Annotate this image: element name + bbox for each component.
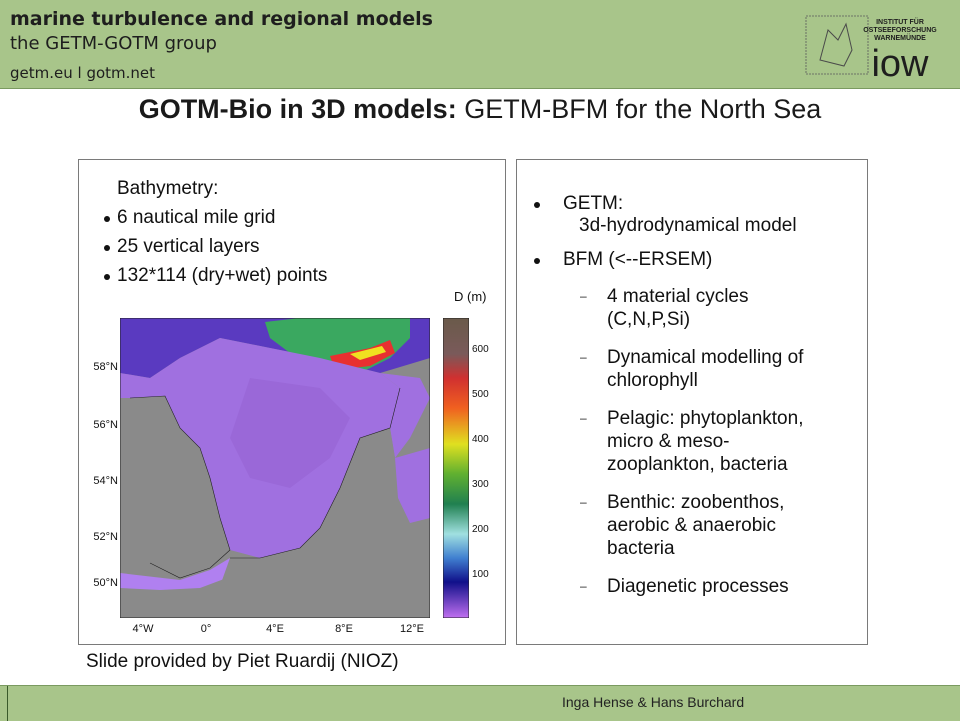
latitude-axis: 58°N 56°N 54°N 52°N 50°N	[93, 361, 118, 589]
colorbar-tick: 500	[472, 389, 489, 400]
model-list: GETM: 3d-hydrodynamical model BFM (<--ER…	[533, 193, 863, 598]
group-subtitle: the GETM-GOTM group	[10, 33, 217, 54]
sub-item-line: Diagenetic processes	[607, 576, 789, 597]
logo-word: iow	[871, 43, 929, 82]
slide-title-bold: GOTM-Bio in 3D models:	[138, 94, 457, 124]
header-bar: marine turbulence and regional models th…	[0, 0, 960, 89]
website-links[interactable]: getm.eu l gotm.net	[10, 64, 155, 82]
bathymetry-list: 6 nautical mile grid 25 vertical layers …	[101, 207, 327, 294]
depth-colorbar	[443, 318, 469, 618]
logo-line2: OSTSEEFORSCHUNG	[863, 27, 937, 34]
lon-label: 4°W	[133, 623, 155, 635]
list-item: 6 nautical mile grid	[101, 207, 327, 236]
footer-authors: Inga Hense & Hans Burchard	[562, 694, 745, 710]
sub-item-line: Pelagic: phytoplankton,	[607, 408, 804, 429]
footer-divider	[7, 686, 8, 721]
sub-item-line: aerobic & anaerobic	[607, 515, 776, 536]
slide-title-rest: GETM-BFM for the North Sea	[456, 94, 822, 124]
colorbar-tick: 600	[472, 344, 489, 355]
sub-list-item: 4 material cycles (C,N,P,Si)	[533, 285, 863, 331]
colorbar-label: D (m)	[454, 289, 487, 304]
list-item: BFM (<--ERSEM)	[533, 249, 863, 271]
lon-label: 8°E	[335, 623, 353, 635]
list-item: 132*114 (dry+wet) points	[101, 265, 327, 294]
sub-item-line: chlorophyll	[607, 370, 698, 391]
sub-item-line: bacteria	[607, 538, 675, 559]
colorbar-tick: 400	[472, 434, 489, 445]
slide-title: GOTM-Bio in 3D models: GETM-BFM for the …	[0, 94, 960, 125]
lon-label: 12°E	[400, 623, 424, 635]
logo-line1: INSTITUT FÜR	[876, 17, 924, 26]
iow-logo: INSTITUT FÜR OSTSEEFORSCHUNG WARNEMÜNDE …	[805, 15, 937, 82]
item-line: GETM:	[563, 193, 624, 214]
sub-item-line: micro & meso-	[607, 431, 730, 452]
lon-label: 4°E	[266, 623, 284, 635]
lat-label: 54°N	[93, 475, 118, 487]
list-item: 25 vertical layers	[101, 236, 327, 265]
lat-label: 50°N	[93, 577, 118, 589]
item-line: 3d-hydrodynamical model	[579, 215, 797, 236]
lat-label: 52°N	[93, 531, 118, 543]
sub-item-line: Benthic: zoobenthos,	[607, 492, 785, 513]
bathymetry-heading: Bathymetry:	[117, 178, 219, 199]
group-title: marine turbulence and regional models	[10, 8, 433, 30]
logo-line3: WARNEMÜNDE	[874, 33, 926, 42]
footer-bar: Inga Hense & Hans Burchard	[0, 685, 960, 721]
sub-item-line: 4 material cycles	[607, 286, 749, 307]
list-item: GETM: 3d-hydrodynamical model	[533, 193, 863, 237]
lat-label: 58°N	[93, 361, 118, 373]
colorbar-tick: 100	[472, 569, 489, 580]
sub-list-item: Dynamical modelling of chlorophyll	[533, 346, 863, 392]
lat-label: 56°N	[93, 419, 118, 431]
sub-list-item: Diagenetic processes	[533, 575, 863, 598]
colorbar-tick: 200	[472, 524, 489, 535]
sub-list-item: Pelagic: phytoplankton, micro & meso- zo…	[533, 407, 863, 476]
sub-item-line: (C,N,P,Si)	[607, 309, 691, 330]
slide-caption: Slide provided by Piet Ruardij (NIOZ)	[86, 651, 399, 672]
north-sea-bathymetry-map	[120, 318, 430, 618]
lon-label: 0°	[201, 623, 212, 635]
colorbar-tick: 300	[472, 479, 489, 490]
longitude-axis: 4°W 0° 4°E 8°E 12°E	[133, 623, 424, 635]
sub-item-line: Dynamical modelling of	[607, 347, 804, 368]
sub-list-item: Benthic: zoobenthos, aerobic & anaerobic…	[533, 491, 863, 560]
item-line: BFM (<--ERSEM)	[563, 249, 713, 270]
sub-item-line: zooplankton, bacteria	[607, 454, 788, 475]
colorbar-ticks: 600 500 400 300 200 100	[472, 344, 489, 580]
